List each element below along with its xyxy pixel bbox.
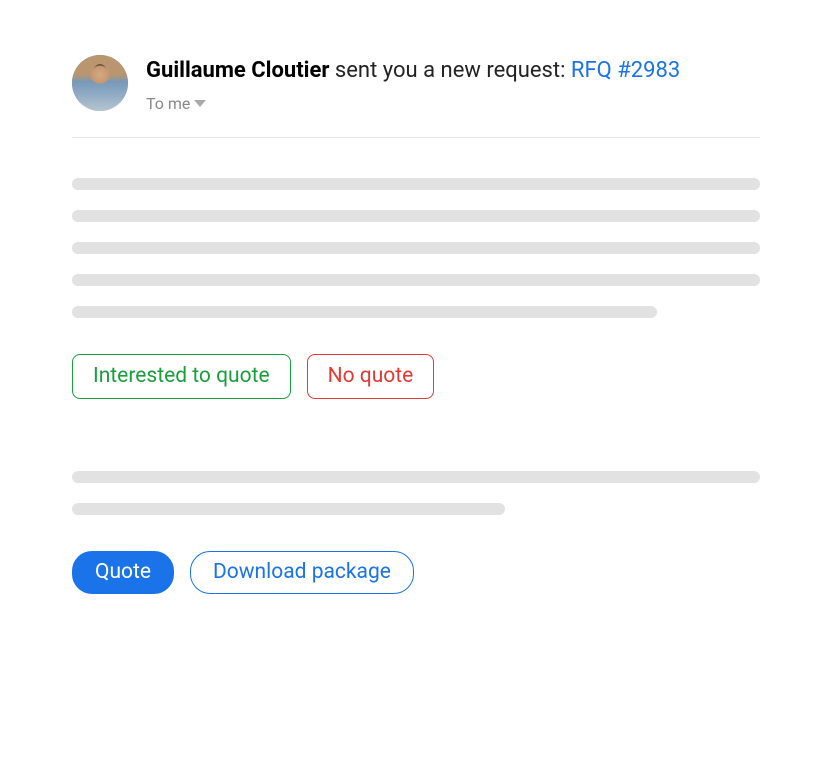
- avatar-image: [72, 55, 128, 111]
- text-placeholder: [72, 471, 760, 483]
- sender-name: Guillaume Cloutier: [146, 58, 329, 83]
- no-quote-button[interactable]: No quote: [307, 354, 435, 399]
- text-placeholder: [72, 274, 760, 286]
- action-button-row: Quote Download package: [72, 551, 760, 594]
- sender-avatar[interactable]: [72, 55, 128, 111]
- response-button-row: Interested to quote No quote: [72, 354, 760, 399]
- subject-suffix: sent you a new request:: [329, 58, 570, 83]
- email-header: Guillaume Cloutier sent you a new reques…: [72, 55, 760, 138]
- quote-button[interactable]: Quote: [72, 551, 174, 594]
- chevron-down-icon: [194, 100, 206, 107]
- subject-line: Guillaume Cloutier sent you a new reques…: [146, 57, 760, 86]
- rfq-link[interactable]: RFQ #2983: [571, 58, 680, 83]
- text-placeholder: [72, 306, 657, 318]
- text-placeholder: [72, 210, 760, 222]
- header-text-block: Guillaume Cloutier sent you a new reques…: [146, 55, 760, 113]
- text-placeholder: [72, 503, 505, 515]
- email-container: Guillaume Cloutier sent you a new reques…: [0, 0, 832, 594]
- recipient-dropdown[interactable]: To me: [146, 94, 760, 113]
- text-placeholder: [72, 178, 760, 190]
- text-placeholder: [72, 242, 760, 254]
- email-body: Interested to quote No quote Quote Downl…: [72, 138, 760, 594]
- interested-to-quote-button[interactable]: Interested to quote: [72, 354, 291, 399]
- recipient-label: To me: [146, 94, 190, 113]
- download-package-button[interactable]: Download package: [190, 551, 414, 594]
